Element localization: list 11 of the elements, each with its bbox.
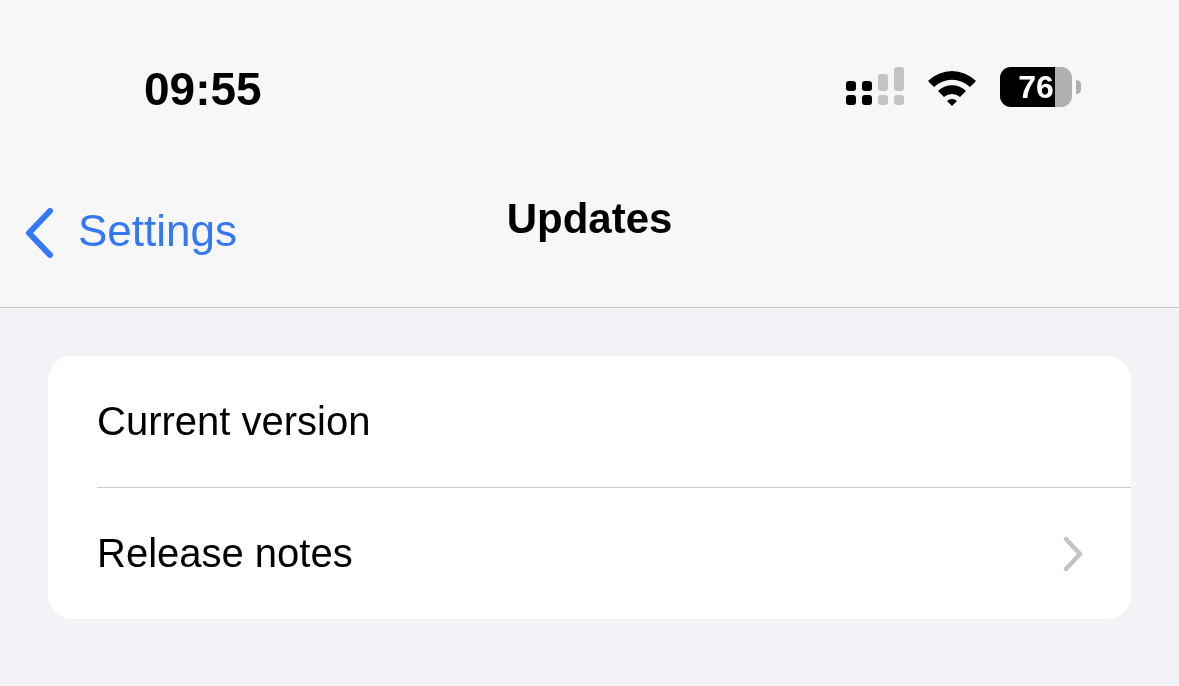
page-title: Updates bbox=[506, 195, 673, 244]
battery-icon: 76 bbox=[1000, 67, 1072, 107]
row-label: Current version bbox=[97, 399, 371, 444]
wifi-icon bbox=[926, 68, 978, 106]
row-label: Release notes bbox=[97, 531, 353, 576]
chevron-right-icon bbox=[1063, 535, 1083, 572]
battery-tip-icon bbox=[1076, 80, 1081, 94]
back-link[interactable]: Settings bbox=[24, 207, 237, 258]
status-time: 09:55 bbox=[144, 62, 262, 116]
back-chevron-icon bbox=[24, 207, 54, 258]
signal-icon bbox=[846, 67, 904, 107]
